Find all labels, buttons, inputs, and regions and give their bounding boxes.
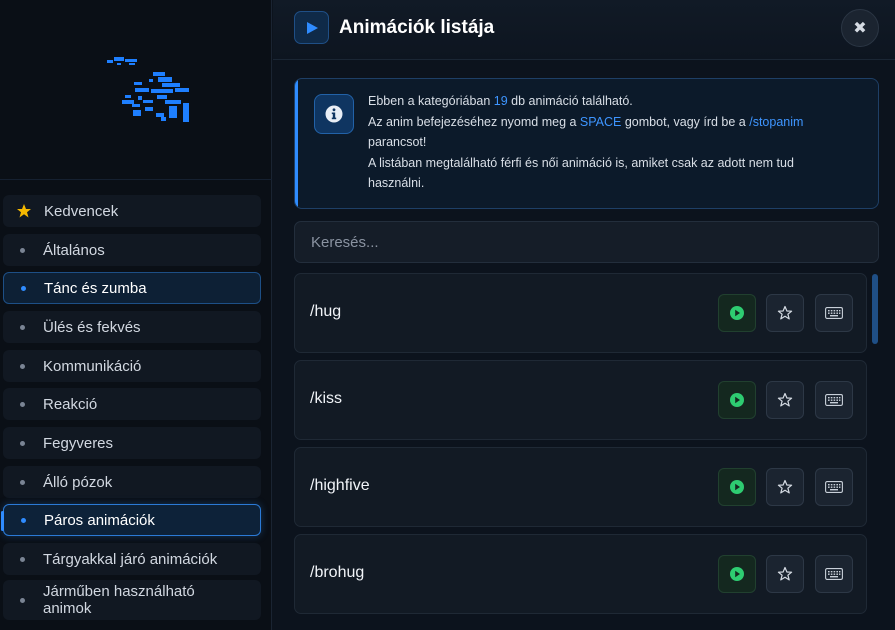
favorite-button[interactable] (766, 555, 804, 593)
logo (107, 57, 189, 122)
keyboard-icon (825, 307, 843, 319)
search-input[interactable] (294, 221, 879, 263)
animation-card: /kiss (294, 360, 867, 440)
sidebar-item-label: Tánc és zumba (44, 279, 147, 297)
animation-name: /highfive (310, 477, 370, 494)
play-circle-icon (730, 567, 744, 581)
bullet-icon (20, 440, 25, 446)
sidebar-item-label: Kedvencek (44, 202, 119, 220)
bullet-icon (21, 285, 26, 291)
sidebar-item-label: Álló pózok (43, 473, 113, 491)
play-button[interactable] (718, 381, 756, 419)
keybind-button[interactable] (815, 468, 853, 506)
sidebar-item-ules-es-fekves[interactable]: Ülés és fekvés (3, 311, 261, 343)
sidebar-item-reakcio[interactable]: Reakció (3, 388, 261, 420)
bullet-icon (20, 597, 25, 603)
keybind-button[interactable] (815, 555, 853, 593)
sidebar-item-label: Fegyveres (43, 434, 114, 452)
play-button[interactable] (718, 468, 756, 506)
animation-name: /hug (310, 303, 342, 320)
play-circle-icon (730, 393, 744, 407)
sidebar-item-label: Ülés és fekvés (43, 318, 141, 336)
bullet-icon (20, 556, 25, 562)
info-line2-mid: gombot, vagy írd be a (621, 114, 750, 129)
bullet-icon (20, 247, 25, 253)
info-line3: A listában megtalálható férfi és női ani… (368, 155, 794, 191)
bullet-icon (20, 363, 25, 369)
close-button[interactable]: ✖ (841, 9, 879, 47)
animation-card: /hug (294, 273, 867, 353)
sidebar-item-label: Tárgyakkal járó animációk (43, 550, 218, 568)
favorite-button[interactable] (766, 468, 804, 506)
sidebar-item-targyakkal-jaro-animaciok[interactable]: Tárgyakkal járó animációk (3, 543, 261, 575)
sidebar-item-fegyveres[interactable]: Fegyveres (3, 427, 261, 459)
star-outline-icon (777, 305, 793, 320)
bullet-icon (20, 324, 25, 330)
header: Animációk listája ✖ (273, 0, 895, 60)
play-icon (294, 11, 329, 44)
page-title: Animációk listája (339, 17, 495, 38)
animation-name: /kiss (310, 390, 342, 407)
sidebar: Kedvencek Általános Tánc és zumba Ülés é… (0, 0, 272, 630)
sidebar-item-allo-pozok[interactable]: Álló pózok (3, 466, 261, 498)
sidebar-item-label: Általános (43, 241, 105, 259)
sidebar-item-label: Páros animációk (44, 511, 155, 529)
play-button[interactable] (718, 555, 756, 593)
sidebar-item-label: Járműben használható animok (43, 583, 195, 617)
animation-card: /brohug (294, 534, 867, 614)
bullet-icon (20, 479, 25, 485)
info-line1-pre: Ebben a kategóriában (368, 94, 494, 108)
star-outline-icon (777, 392, 793, 407)
keyboard-icon (825, 481, 843, 493)
space-key: SPACE (579, 114, 622, 129)
sidebar-item-jarmuben-hasznalhato-animok[interactable]: Járműben használható animok (3, 580, 261, 620)
sidebar-item-kedvencek[interactable]: Kedvencek (3, 195, 261, 227)
play-circle-icon (730, 480, 744, 494)
info-line1-post: db animáció található. (507, 94, 633, 108)
sidebar-item-paros-animaciok[interactable]: Páros animációk (1, 504, 261, 536)
sidebar-item-kommunikacio[interactable]: Kommunikáció (3, 350, 261, 382)
stop-command: /stopanim (749, 114, 804, 129)
sidebar-item-label: Kommunikáció (43, 357, 142, 375)
favorite-button[interactable] (766, 381, 804, 419)
keybind-button[interactable] (815, 381, 853, 419)
bullet-icon (20, 401, 25, 407)
info-icon (314, 94, 354, 134)
logo-area (0, 0, 272, 180)
info-box: Ebben a kategóriában 19 db animáció talá… (294, 78, 879, 209)
sidebar-item-label: Reakció (43, 395, 98, 413)
animation-count: 19 (493, 94, 508, 108)
keyboard-icon (825, 568, 843, 580)
info-line2-post: parancsot! (368, 135, 427, 149)
sidebar-item-tanc-es-zumba[interactable]: Tánc és zumba (3, 272, 261, 304)
sidebar-item-altalanos[interactable]: Általános (3, 234, 261, 266)
play-button[interactable] (718, 294, 756, 332)
bullet-icon (21, 517, 26, 523)
close-icon: ✖ (853, 20, 867, 37)
star-outline-icon (777, 566, 793, 581)
star-outline-icon (777, 479, 793, 494)
keyboard-icon (825, 394, 843, 406)
animation-card: /highfive (294, 447, 867, 527)
star-icon (17, 204, 31, 218)
keybind-button[interactable] (815, 294, 853, 332)
favorite-button[interactable] (766, 294, 804, 332)
scrollbar[interactable] (872, 274, 878, 344)
info-line2-pre: Az anim befejezéséhez nyomd meg a (368, 114, 580, 129)
play-circle-icon (730, 306, 744, 320)
animation-name: /brohug (310, 564, 365, 581)
info-text: Ebben a kategóriában 19 db animáció talá… (368, 91, 838, 194)
